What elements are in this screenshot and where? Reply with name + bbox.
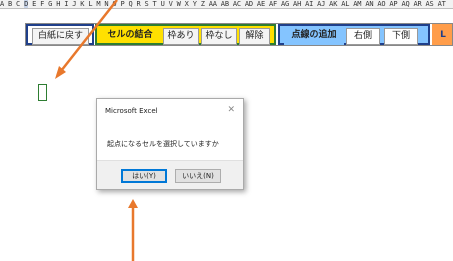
no-button[interactable]: いいえ(N) — [175, 169, 221, 183]
dialog-message: 起点になるセルを選択していますか — [107, 140, 219, 148]
message-dialog: Microsoft Excel ✕ 起点になるセルを選択していますか はい(Y)… — [96, 98, 244, 190]
yes-button[interactable]: はい(Y) — [121, 169, 167, 183]
dialog-footer: はい(Y) いいえ(N) — [97, 160, 243, 189]
dialog-title: Microsoft Excel — [105, 107, 158, 115]
arrow-lower-head — [128, 199, 138, 208]
close-icon[interactable]: ✕ — [227, 105, 235, 115]
arrow-upper-line — [60, 0, 118, 72]
